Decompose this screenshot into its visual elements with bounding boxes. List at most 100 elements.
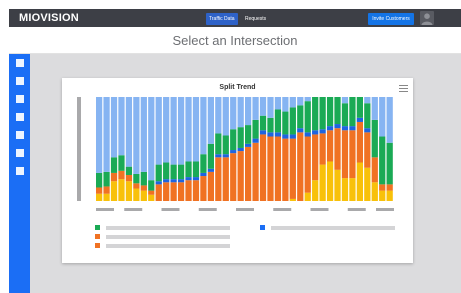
bar-segment-orange[interactable] [319,133,326,165]
bar-segment-green[interactable] [379,136,386,185]
bar-segment-green[interactable] [222,135,229,155]
bar-segment-green[interactable] [96,172,103,188]
bar-segment-orange[interactable] [103,186,110,194]
bar-segment-blue_light[interactable] [237,97,244,128]
bar-segment-green[interactable] [312,97,319,131]
bar-segment-green[interactable] [267,117,274,133]
bar-segment-blue_light[interactable] [140,97,147,172]
bar-segment-blue_light[interactable] [177,97,185,165]
bar-segment-blue_light[interactable] [267,97,274,118]
bar-segment-green[interactable] [274,109,282,133]
bar-segment-orange[interactable] [282,138,289,201]
bar-segment-yellow[interactable] [96,193,103,201]
bar-segment-orange[interactable] [230,153,237,201]
bar-segment-blue_light[interactable] [207,97,214,144]
bar-segment-yellow[interactable] [326,161,334,201]
bar-segment-yellow[interactable] [371,182,378,201]
bar-segment-blue_dark[interactable] [222,154,229,158]
sidebar-item-1[interactable] [16,59,24,67]
tab-traffic-data[interactable]: Traffic Data [206,13,238,25]
bar-segment-green[interactable] [133,173,140,184]
bar-segment-blue_light[interactable] [304,97,311,102]
bar-segment-green[interactable] [200,154,207,173]
bar-segment-green[interactable] [230,129,237,151]
sidebar-item-6[interactable] [16,149,24,157]
bar-segment-blue_light[interactable] [297,97,304,106]
bar-segment-green[interactable] [185,161,192,178]
bar-segment-blue_light[interactable] [103,97,110,172]
bar-segment-yellow[interactable] [148,194,155,201]
bar-segment-yellow[interactable] [125,181,133,201]
bar-segment-orange[interactable] [192,180,200,201]
bar-segment-blue_dark[interactable] [215,154,222,158]
bar-segment-orange[interactable] [148,190,155,195]
bar-segment-blue_dark[interactable] [326,126,334,131]
bar-segment-yellow[interactable] [364,167,371,201]
sidebar-item-3[interactable] [16,95,24,103]
bar-segment-green[interactable] [371,119,378,158]
bar-segment-yellow[interactable] [319,164,326,201]
bar-segment-blue_dark[interactable] [170,179,177,183]
bar-segment-blue_dark[interactable] [245,143,252,147]
bar-segment-blue_dark[interactable] [334,124,341,129]
bar-segment-blue_dark[interactable] [274,132,282,137]
bar-segment-green[interactable] [237,127,244,148]
bar-segment-orange[interactable] [341,130,349,179]
bar-segment-orange[interactable] [289,138,296,199]
bar-segment-orange[interactable] [177,182,185,201]
invite-customers-button[interactable]: Invite Customers [368,13,414,25]
bar-segment-yellow[interactable] [110,181,118,201]
bar-segment-green[interactable] [140,171,147,186]
bar-segment-blue_light[interactable] [185,97,192,162]
bar-segment-blue_light[interactable] [170,97,177,165]
bar-segment-orange[interactable] [326,130,334,162]
bar-segment-yellow[interactable] [140,190,147,201]
tab-requests[interactable]: Requests [242,13,269,25]
bar-segment-green[interactable] [170,164,177,180]
bar-segment-orange[interactable] [312,134,319,181]
bar-segment-orange[interactable] [371,157,378,183]
bar-segment-blue_dark[interactable] [185,177,192,181]
bar-segment-yellow[interactable] [356,162,363,201]
bar-segment-green[interactable] [282,111,289,135]
bar-segment-orange[interactable] [170,182,177,201]
bar-segment-blue_light[interactable] [289,97,296,108]
bar-segment-green[interactable] [215,133,222,155]
bar-segment-orange[interactable] [110,172,118,182]
bar-segment-blue_light[interactable] [118,97,125,156]
bar-segment-blue_light[interactable] [230,97,237,130]
bar-segment-orange[interactable] [297,132,304,201]
bar-segment-orange[interactable] [334,128,341,170]
bar-segment-yellow[interactable] [103,193,110,201]
bar-segment-green[interactable] [319,97,326,130]
bar-segment-green[interactable] [177,164,185,180]
bar-segment-blue_dark[interactable] [304,132,311,137]
sidebar-item-2[interactable] [16,77,24,85]
brand-logo[interactable]: MIOVISION [19,12,79,24]
bar-segment-orange[interactable] [379,184,386,191]
bar-segment-blue_light[interactable] [245,97,252,126]
bar-segment-blue_light[interactable] [155,97,162,165]
bar-segment-green[interactable] [207,143,214,169]
bar-segment-orange[interactable] [304,136,311,193]
bar-segment-yellow[interactable] [349,178,356,201]
bar-segment-green[interactable] [341,103,349,127]
bar-segment-green[interactable] [304,101,311,133]
bar-segment-blue_dark[interactable] [297,128,304,133]
sidebar-item-4[interactable] [16,113,24,121]
bar-segment-orange[interactable] [222,157,229,201]
bar-segment-blue_dark[interactable] [282,134,289,139]
bar-segment-green[interactable] [163,162,170,180]
bar-segment-orange[interactable] [274,136,282,201]
bar-segment-green[interactable] [297,105,304,129]
bar-segment-blue_light[interactable] [163,97,170,163]
bar-segment-green[interactable] [118,155,125,171]
bar-segment-orange[interactable] [245,146,252,201]
bar-segment-orange[interactable] [185,180,192,201]
bar-segment-orange[interactable] [386,184,393,191]
bar-segment-blue_light[interactable] [148,97,155,181]
bar-segment-green[interactable] [326,97,334,127]
bar-segment-yellow[interactable] [312,180,319,201]
sidebar-item-5[interactable] [16,131,24,139]
bar-segment-blue_light[interactable] [222,97,229,136]
